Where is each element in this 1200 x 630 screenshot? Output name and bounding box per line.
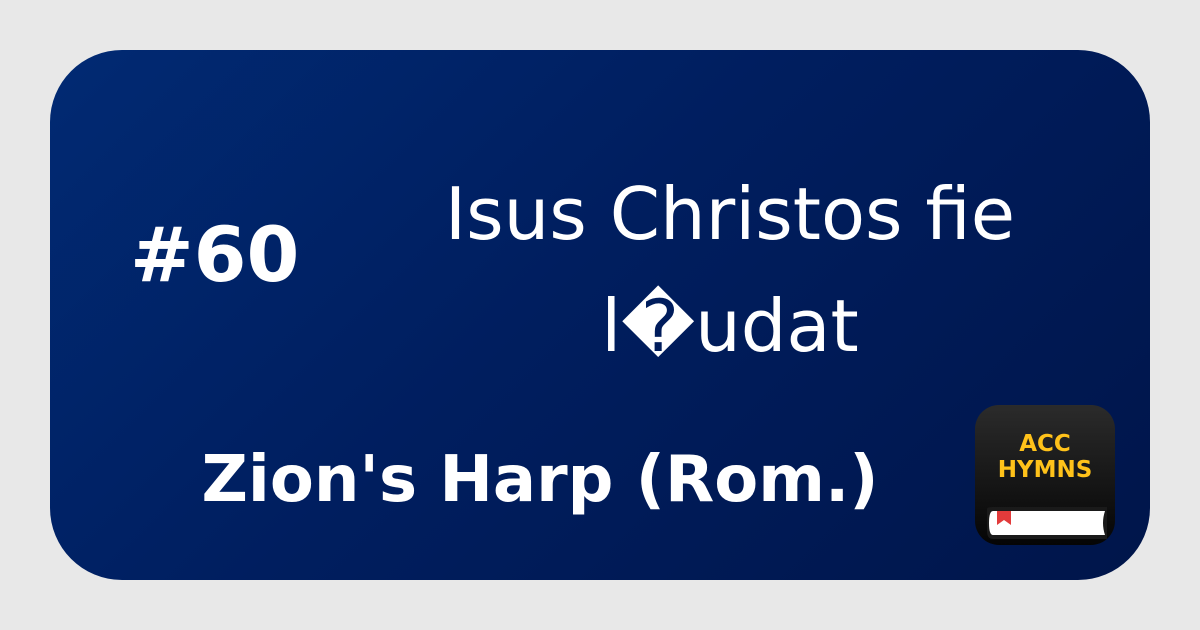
hymn-card: #60 Isus Christos fie l�udat Zion's Harp…: [50, 50, 1150, 580]
logo-line-hymns: HYMNS: [997, 457, 1093, 483]
book-bookmark-icon: [987, 507, 1107, 539]
logo-line-acc: ACC: [1019, 431, 1071, 457]
hymn-title: Isus Christos fie l�udat: [444, 172, 1016, 368]
logo-text: ACC HYMNS: [975, 431, 1115, 483]
hymn-number: #60: [130, 210, 300, 299]
acc-hymns-logo: ACC HYMNS: [975, 405, 1115, 545]
hymnal-name: Zion's Harp (Rom.): [201, 443, 879, 517]
